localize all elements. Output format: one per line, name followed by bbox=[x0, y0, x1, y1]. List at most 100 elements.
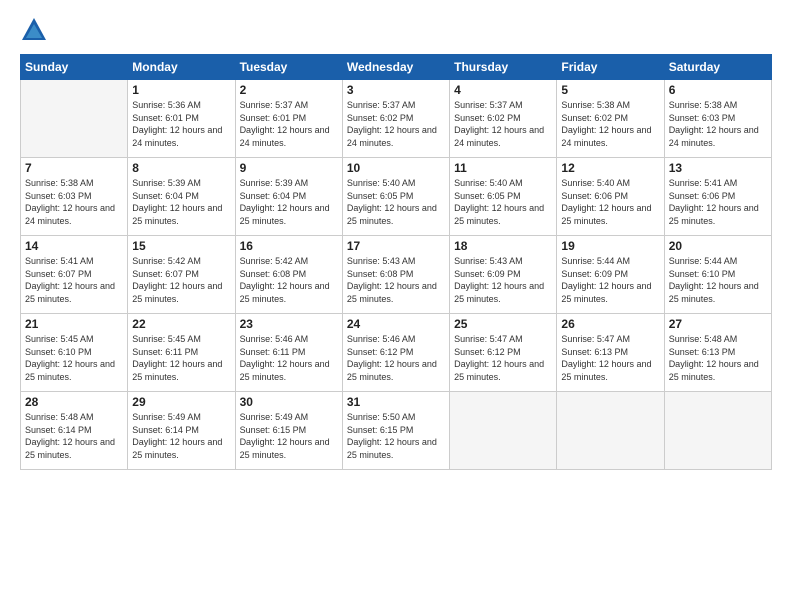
day-number: 23 bbox=[240, 317, 338, 331]
calendar-cell: 19 Sunrise: 5:44 AM Sunset: 6:09 PM Dayli… bbox=[557, 236, 664, 314]
day-info: Sunrise: 5:37 AM Sunset: 6:02 PM Dayligh… bbox=[454, 99, 552, 149]
day-info: Sunrise: 5:48 AM Sunset: 6:14 PM Dayligh… bbox=[25, 411, 123, 461]
day-number: 2 bbox=[240, 83, 338, 97]
calendar-cell: 7 Sunrise: 5:38 AM Sunset: 6:03 PM Daylig… bbox=[21, 158, 128, 236]
calendar-cell: 22 Sunrise: 5:45 AM Sunset: 6:11 PM Dayli… bbox=[128, 314, 235, 392]
calendar-header-tuesday: Tuesday bbox=[235, 55, 342, 80]
day-info: Sunrise: 5:48 AM Sunset: 6:13 PM Dayligh… bbox=[669, 333, 767, 383]
calendar-table: SundayMondayTuesdayWednesdayThursdayFrid… bbox=[20, 54, 772, 470]
day-info: Sunrise: 5:37 AM Sunset: 6:01 PM Dayligh… bbox=[240, 99, 338, 149]
calendar-header-thursday: Thursday bbox=[450, 55, 557, 80]
day-number: 7 bbox=[25, 161, 123, 175]
day-info: Sunrise: 5:42 AM Sunset: 6:08 PM Dayligh… bbox=[240, 255, 338, 305]
calendar-cell bbox=[21, 80, 128, 158]
calendar-cell: 31 Sunrise: 5:50 AM Sunset: 6:15 PM Dayli… bbox=[342, 392, 449, 470]
day-number: 6 bbox=[669, 83, 767, 97]
day-info: Sunrise: 5:41 AM Sunset: 6:07 PM Dayligh… bbox=[25, 255, 123, 305]
logo-icon bbox=[20, 16, 48, 44]
day-info: Sunrise: 5:49 AM Sunset: 6:15 PM Dayligh… bbox=[240, 411, 338, 461]
day-number: 17 bbox=[347, 239, 445, 253]
calendar-cell: 3 Sunrise: 5:37 AM Sunset: 6:02 PM Daylig… bbox=[342, 80, 449, 158]
day-info: Sunrise: 5:43 AM Sunset: 6:08 PM Dayligh… bbox=[347, 255, 445, 305]
day-number: 5 bbox=[561, 83, 659, 97]
day-number: 20 bbox=[669, 239, 767, 253]
day-number: 11 bbox=[454, 161, 552, 175]
calendar-cell: 13 Sunrise: 5:41 AM Sunset: 6:06 PM Dayli… bbox=[664, 158, 771, 236]
day-info: Sunrise: 5:42 AM Sunset: 6:07 PM Dayligh… bbox=[132, 255, 230, 305]
day-info: Sunrise: 5:38 AM Sunset: 6:03 PM Dayligh… bbox=[25, 177, 123, 227]
day-number: 1 bbox=[132, 83, 230, 97]
day-info: Sunrise: 5:47 AM Sunset: 6:13 PM Dayligh… bbox=[561, 333, 659, 383]
day-number: 30 bbox=[240, 395, 338, 409]
day-number: 24 bbox=[347, 317, 445, 331]
calendar-cell: 8 Sunrise: 5:39 AM Sunset: 6:04 PM Daylig… bbox=[128, 158, 235, 236]
day-number: 10 bbox=[347, 161, 445, 175]
day-number: 28 bbox=[25, 395, 123, 409]
calendar-cell: 21 Sunrise: 5:45 AM Sunset: 6:10 PM Dayli… bbox=[21, 314, 128, 392]
calendar-cell: 17 Sunrise: 5:43 AM Sunset: 6:08 PM Dayli… bbox=[342, 236, 449, 314]
calendar-cell: 25 Sunrise: 5:47 AM Sunset: 6:12 PM Dayli… bbox=[450, 314, 557, 392]
calendar-cell bbox=[664, 392, 771, 470]
calendar-cell: 9 Sunrise: 5:39 AM Sunset: 6:04 PM Daylig… bbox=[235, 158, 342, 236]
day-number: 21 bbox=[25, 317, 123, 331]
day-info: Sunrise: 5:49 AM Sunset: 6:14 PM Dayligh… bbox=[132, 411, 230, 461]
calendar-cell: 15Sunrise: 5:42 AM Sunset: 6:07 PM Dayli… bbox=[128, 236, 235, 314]
calendar-cell: 24 Sunrise: 5:46 AM Sunset: 6:12 PM Dayli… bbox=[342, 314, 449, 392]
day-number: 9 bbox=[240, 161, 338, 175]
calendar-header-wednesday: Wednesday bbox=[342, 55, 449, 80]
day-info: Sunrise: 5:44 AM Sunset: 6:09 PM Dayligh… bbox=[561, 255, 659, 305]
day-info: Sunrise: 5:46 AM Sunset: 6:12 PM Dayligh… bbox=[347, 333, 445, 383]
calendar-cell: 14 Sunrise: 5:41 AM Sunset: 6:07 PM Dayli… bbox=[21, 236, 128, 314]
calendar-cell: 2 Sunrise: 5:37 AM Sunset: 6:01 PM Daylig… bbox=[235, 80, 342, 158]
day-number: 18 bbox=[454, 239, 552, 253]
calendar-header-friday: Friday bbox=[557, 55, 664, 80]
day-number: 29 bbox=[132, 395, 230, 409]
day-info: Sunrise: 5:46 AM Sunset: 6:11 PM Dayligh… bbox=[240, 333, 338, 383]
calendar-cell: 27 Sunrise: 5:48 AM Sunset: 6:13 PM Dayli… bbox=[664, 314, 771, 392]
day-number: 16 bbox=[240, 239, 338, 253]
calendar-cell: 4 Sunrise: 5:37 AM Sunset: 6:02 PM Daylig… bbox=[450, 80, 557, 158]
day-number: 31 bbox=[347, 395, 445, 409]
day-number: 22 bbox=[132, 317, 230, 331]
day-info: Sunrise: 5:39 AM Sunset: 6:04 PM Dayligh… bbox=[132, 177, 230, 227]
calendar-cell: 6 Sunrise: 5:38 AM Sunset: 6:03 PM Daylig… bbox=[664, 80, 771, 158]
day-info: Sunrise: 5:45 AM Sunset: 6:11 PM Dayligh… bbox=[132, 333, 230, 383]
day-info: Sunrise: 5:38 AM Sunset: 6:02 PM Dayligh… bbox=[561, 99, 659, 149]
calendar-cell: 30 Sunrise: 5:49 AM Sunset: 6:15 PM Dayli… bbox=[235, 392, 342, 470]
calendar-cell: 29 Sunrise: 5:49 AM Sunset: 6:14 PM Dayli… bbox=[128, 392, 235, 470]
day-info: Sunrise: 5:37 AM Sunset: 6:02 PM Dayligh… bbox=[347, 99, 445, 149]
logo bbox=[20, 16, 52, 44]
day-number: 3 bbox=[347, 83, 445, 97]
day-number: 12 bbox=[561, 161, 659, 175]
day-number: 19 bbox=[561, 239, 659, 253]
day-number: 4 bbox=[454, 83, 552, 97]
day-info: Sunrise: 5:38 AM Sunset: 6:03 PM Dayligh… bbox=[669, 99, 767, 149]
day-info: Sunrise: 5:43 AM Sunset: 6:09 PM Dayligh… bbox=[454, 255, 552, 305]
day-info: Sunrise: 5:44 AM Sunset: 6:10 PM Dayligh… bbox=[669, 255, 767, 305]
day-info: Sunrise: 5:45 AM Sunset: 6:10 PM Dayligh… bbox=[25, 333, 123, 383]
day-number: 25 bbox=[454, 317, 552, 331]
calendar-cell: 23 Sunrise: 5:46 AM Sunset: 6:11 PM Dayli… bbox=[235, 314, 342, 392]
day-info: Sunrise: 5:40 AM Sunset: 6:06 PM Dayligh… bbox=[561, 177, 659, 227]
day-number: 27 bbox=[669, 317, 767, 331]
day-number: 13 bbox=[669, 161, 767, 175]
day-info: Sunrise: 5:50 AM Sunset: 6:15 PM Dayligh… bbox=[347, 411, 445, 461]
day-info: Sunrise: 5:40 AM Sunset: 6:05 PM Dayligh… bbox=[347, 177, 445, 227]
calendar-cell: 20 Sunrise: 5:44 AM Sunset: 6:10 PM Dayli… bbox=[664, 236, 771, 314]
day-number: 8 bbox=[132, 161, 230, 175]
day-info: Sunrise: 5:47 AM Sunset: 6:12 PM Dayligh… bbox=[454, 333, 552, 383]
calendar-header-monday: Monday bbox=[128, 55, 235, 80]
calendar-cell bbox=[557, 392, 664, 470]
week-row-2: 7 Sunrise: 5:38 AM Sunset: 6:03 PM Daylig… bbox=[21, 158, 772, 236]
day-number: 14 bbox=[25, 239, 123, 253]
header bbox=[20, 16, 772, 44]
day-info: Sunrise: 5:41 AM Sunset: 6:06 PM Dayligh… bbox=[669, 177, 767, 227]
week-row-5: 28 Sunrise: 5:48 AM Sunset: 6:14 PM Dayli… bbox=[21, 392, 772, 470]
week-row-3: 14 Sunrise: 5:41 AM Sunset: 6:07 PM Dayli… bbox=[21, 236, 772, 314]
calendar-header-sunday: Sunday bbox=[21, 55, 128, 80]
calendar-cell: 10 Sunrise: 5:40 AM Sunset: 6:05 PM Dayli… bbox=[342, 158, 449, 236]
calendar-cell: 12 Sunrise: 5:40 AM Sunset: 6:06 PM Dayli… bbox=[557, 158, 664, 236]
day-number: 26 bbox=[561, 317, 659, 331]
day-info: Sunrise: 5:39 AM Sunset: 6:04 PM Dayligh… bbox=[240, 177, 338, 227]
week-row-1: 1Sunrise: 5:36 AM Sunset: 6:01 PM Daylig… bbox=[21, 80, 772, 158]
